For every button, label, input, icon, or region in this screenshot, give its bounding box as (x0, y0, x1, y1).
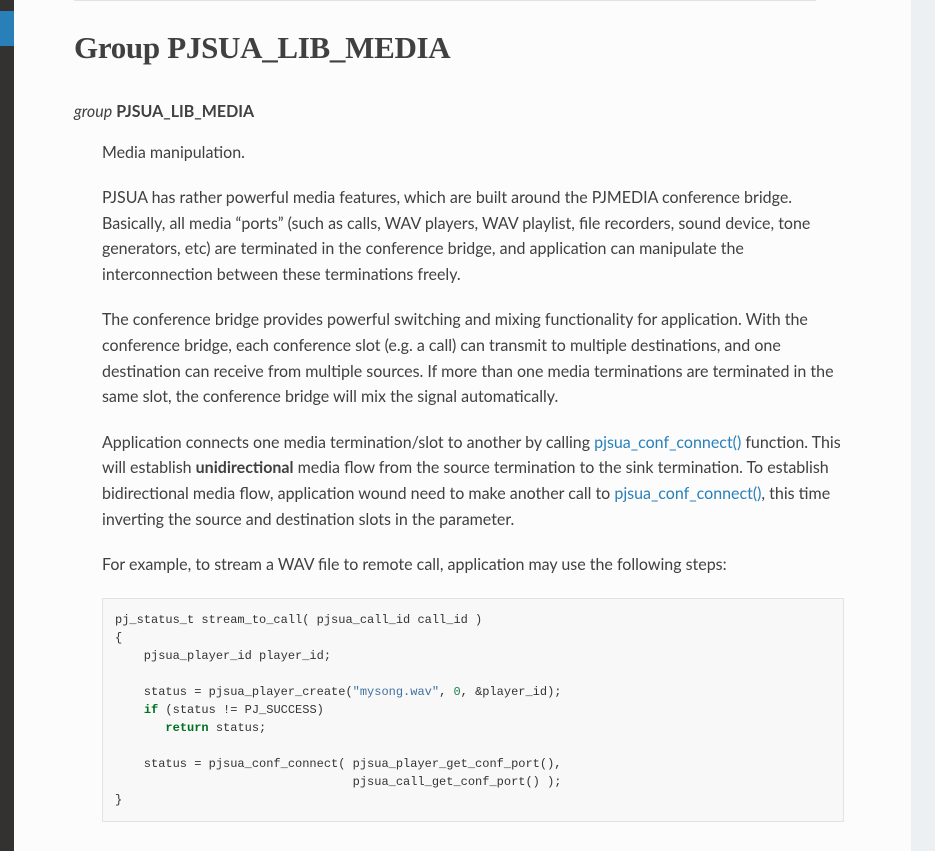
code-keyword: if (144, 703, 158, 717)
link-pjsua-conf-connect[interactable]: pjsua_conf_connect() (614, 484, 761, 503)
code-text: , (439, 685, 453, 699)
code-text: (status != PJ_SUCCESS) (158, 703, 324, 717)
text-span: Application connects one media terminati… (102, 433, 594, 452)
code-text: , &player_id); (461, 685, 562, 699)
content-area: Group PJSUA_LIB_MEDIA group PJSUA_LIB_ME… (14, 0, 911, 851)
code-text: pjsua_call_get_conf_port() ); (115, 775, 561, 789)
code-text: { (115, 631, 122, 645)
code-text (115, 721, 165, 735)
description-paragraph: Application connects one media terminati… (102, 430, 844, 532)
strong-text: unidirectional (196, 458, 294, 477)
code-text: status; (209, 721, 267, 735)
group-definition: group PJSUA_LIB_MEDIA (74, 100, 876, 124)
description-paragraph: For example, to stream a WAV file to rem… (102, 552, 844, 578)
code-text: pjsua_player_id player_id; (115, 649, 331, 663)
sidebar-active-indicator (0, 11, 14, 46)
link-pjsua-conf-connect[interactable]: pjsua_conf_connect() (594, 433, 741, 452)
page-title: Group PJSUA_LIB_MEDIA (74, 25, 876, 72)
sidebar-rail (0, 0, 14, 851)
code-text (115, 703, 144, 717)
code-text: } (115, 793, 122, 807)
top-divider (74, 0, 816, 1)
code-example: pj_status_t stream_to_call( pjsua_call_i… (102, 598, 844, 822)
code-text: status = pjsua_player_create( (115, 685, 353, 699)
code-string: "mysong.wav" (353, 685, 439, 699)
description-paragraph: PJSUA has rather powerful media features… (102, 185, 844, 287)
description-block: Media manipulation. PJSUA has rather pow… (102, 140, 844, 578)
code-text: status = pjsua_conf_connect( pjsua_playe… (115, 757, 561, 771)
description-paragraph: Media manipulation. (102, 140, 844, 166)
code-text: pj_status_t stream_to_call( pjsua_call_i… (115, 613, 482, 627)
code-number: 0 (453, 685, 460, 699)
description-paragraph: The conference bridge provides powerful … (102, 307, 844, 409)
group-name: PJSUA_LIB_MEDIA (116, 102, 254, 121)
code-keyword: return (165, 721, 208, 735)
group-kind-label: group (74, 102, 112, 121)
